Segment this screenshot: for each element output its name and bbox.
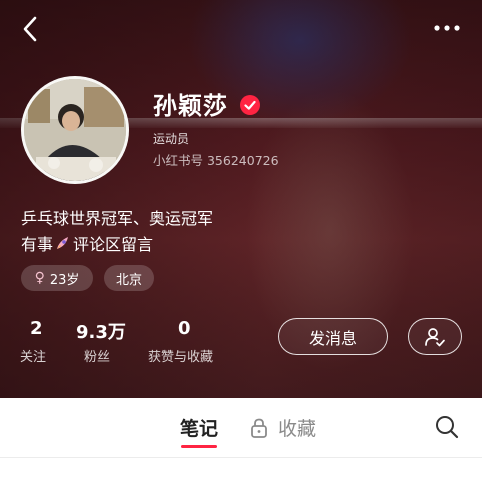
- following-label[interactable]: 关注: [20, 346, 46, 365]
- followers-label[interactable]: 粉丝: [84, 346, 110, 365]
- more-icon[interactable]: [432, 18, 462, 38]
- profile-tabs: 笔记 收藏: [0, 398, 482, 458]
- city-label: 北京: [115, 272, 142, 288]
- notes-content-area: [0, 459, 482, 500]
- lock-icon: [251, 418, 267, 438]
- following-count[interactable]: 2: [30, 318, 43, 339]
- avatar-photo: [24, 79, 126, 181]
- city-tag: 北京: [104, 265, 154, 291]
- verified-icon: [240, 95, 260, 115]
- bio-line-1: 乒乓球世界冠军、奥运冠军: [21, 209, 214, 228]
- tab-favorites[interactable]: 收藏: [278, 414, 316, 441]
- likes-count[interactable]: 0: [178, 318, 191, 339]
- search-icon[interactable]: [434, 414, 460, 440]
- send-message-button[interactable]: 发消息: [278, 318, 388, 355]
- avatar[interactable]: [21, 76, 129, 184]
- profile-role: 运动员: [153, 132, 190, 146]
- tab-notes[interactable]: 笔记: [180, 414, 218, 441]
- bio-line-2-end: 评论区留言: [73, 235, 154, 254]
- red-id[interactable]: 小红书号 356240726: [153, 150, 279, 169]
- follow-status-button[interactable]: [408, 318, 462, 355]
- user-check-icon: [425, 327, 445, 346]
- bio-line-2: 有事 评论区留言: [21, 231, 153, 255]
- gender-age-tag: ♀ 23岁: [21, 265, 93, 291]
- likes-label[interactable]: 获赞与收藏: [148, 346, 213, 365]
- active-tab-indicator: [181, 445, 217, 448]
- age-label: 23岁: [49, 272, 80, 288]
- send-message-label: 发消息: [308, 328, 357, 348]
- female-icon: ♀: [34, 270, 45, 286]
- profile-name: 孙颖莎: [153, 92, 228, 120]
- followers-count[interactable]: 9.3万: [76, 318, 126, 344]
- back-icon[interactable]: [16, 14, 46, 44]
- rocket-emoji-icon: [57, 237, 69, 249]
- bio-line-2-start: 有事: [21, 235, 54, 254]
